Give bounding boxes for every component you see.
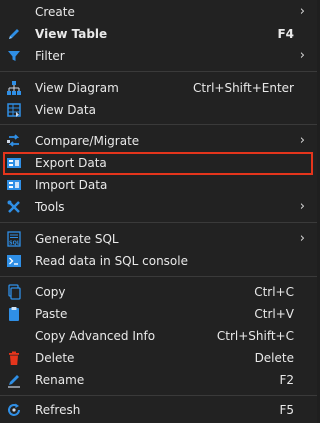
submenu-arrow-icon: › [299, 199, 305, 214]
menu-item-label: Rename [35, 373, 85, 387]
menu-item-import-data[interactable]: Import Data [0, 174, 317, 196]
copy-icon [6, 284, 22, 300]
highlight-box [3, 152, 313, 175]
menu-item-filter[interactable]: Filter › [0, 45, 317, 67]
menu-item-copy[interactable]: Copy Ctrl+C [0, 281, 317, 303]
compare-icon [6, 133, 22, 149]
submenu-arrow-icon: › [299, 48, 305, 63]
submenu-arrow-icon: › [299, 133, 305, 148]
submenu-arrow-icon: › [299, 4, 305, 19]
menu-item-copy-advanced-info[interactable]: Copy Advanced Info Ctrl+Shift+C [0, 325, 317, 347]
menu-item-generate-sql[interactable]: SQL Generate SQL › [0, 228, 317, 250]
menu-item-label: View Diagram [35, 81, 119, 95]
filter-icon [6, 48, 22, 64]
tools-icon [6, 199, 22, 215]
context-menu: Create › View Table F4 Filter › View Dia… [0, 0, 317, 423]
import-icon [6, 177, 22, 193]
svg-text:SQL: SQL [9, 241, 21, 247]
menu-item-label: Create [35, 5, 75, 19]
menu-separator [0, 71, 317, 72]
menu-item-label: Read data in SQL console [35, 254, 188, 268]
menu-item-view-diagram[interactable]: View Diagram Ctrl+Shift+Enter [0, 77, 317, 99]
shortcut-label: Ctrl+C [254, 285, 294, 299]
menu-separator [0, 395, 317, 396]
refresh-icon [6, 402, 22, 418]
menu-item-label: Tools [35, 200, 65, 214]
menu-item-refresh[interactable]: Refresh F5 [0, 399, 317, 421]
menu-item-label: Compare/Migrate [35, 134, 140, 148]
shortcut-label: Delete [254, 351, 294, 365]
diagram-icon [6, 80, 22, 96]
pencil-icon [6, 26, 22, 42]
menu-item-label: Copy Advanced Info [35, 329, 156, 343]
shortcut-label: F4 [277, 27, 294, 41]
submenu-arrow-icon: › [299, 231, 305, 246]
menu-item-rename[interactable]: Rename F2 [0, 369, 317, 391]
menu-item-paste[interactable]: Paste Ctrl+V [0, 303, 317, 325]
menu-item-view-data[interactable]: View Data [0, 99, 317, 121]
shortcut-label: Ctrl+Shift+C [216, 329, 294, 343]
menu-item-delete[interactable]: Delete Delete [0, 347, 317, 369]
rename-icon [6, 372, 22, 388]
menu-item-label: View Table [35, 27, 108, 41]
menu-separator [0, 222, 317, 223]
menu-item-label: View Data [35, 103, 96, 117]
menu-item-label: Copy [35, 285, 66, 299]
menu-item-label: Delete [35, 351, 75, 365]
menu-item-label: Refresh [35, 403, 81, 417]
shortcut-label: Ctrl+Shift+Enter [193, 81, 294, 95]
menu-item-read-sql-console[interactable]: Read data in SQL console [0, 250, 317, 272]
trash-icon [6, 350, 22, 366]
shortcut-label: F2 [279, 373, 294, 387]
data-icon [6, 102, 22, 118]
shortcut-label: Ctrl+V [254, 307, 294, 321]
menu-separator [0, 124, 317, 125]
paste-icon [6, 306, 22, 322]
menu-item-create[interactable]: Create › [0, 1, 317, 23]
menu-item-label: Import Data [35, 178, 108, 192]
menu-separator [0, 276, 317, 277]
menu-item-compare-migrate[interactable]: Compare/Migrate › [0, 130, 317, 152]
shortcut-label: F5 [279, 403, 294, 417]
menu-item-label: Generate SQL [35, 232, 119, 246]
menu-item-label: Filter [35, 49, 65, 63]
menu-item-view-table[interactable]: View Table F4 [0, 23, 317, 45]
console-icon [6, 253, 22, 269]
sql-icon: SQL [6, 231, 22, 247]
menu-item-label: Paste [35, 307, 68, 321]
menu-item-tools[interactable]: Tools › [0, 196, 317, 218]
